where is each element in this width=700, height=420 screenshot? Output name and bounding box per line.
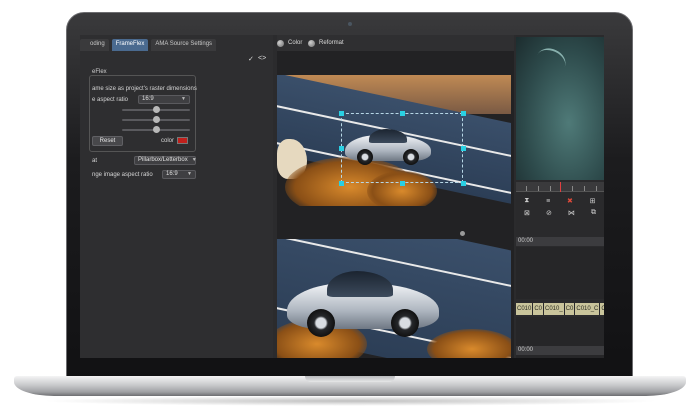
timeline-clip[interactable]: C010_C: [575, 303, 600, 315]
resize-handle[interactable]: [339, 111, 344, 116]
result-frame-image: [277, 239, 511, 358]
timeline-clip[interactable]: C010: [516, 303, 533, 315]
reformat-radio[interactable]: [308, 40, 315, 47]
copy-icon[interactable]: ⧉: [591, 209, 596, 217]
size-slider[interactable]: [122, 126, 190, 133]
playhead[interactable]: [560, 182, 561, 192]
chevron-down-icon: ▼: [181, 96, 186, 102]
timecode-bar-bottom: 00:00: [516, 346, 604, 355]
lift-icon[interactable]: ⊠: [524, 209, 530, 217]
tab-frameflex[interactable]: FrameFlex: [111, 39, 149, 51]
grid-icon[interactable]: ⊞: [590, 197, 596, 205]
ruler-tick: [538, 186, 539, 191]
timeline-track-area: [516, 247, 604, 299]
slider-knob[interactable]: [153, 106, 160, 113]
format-value: Pillarbox/Letterbox: [138, 157, 188, 163]
frame-viewer: Color Reformat: [277, 35, 514, 358]
edit-tools-row: ⧗ ≡ ✖ ⊞: [516, 195, 604, 207]
group-title: eFlex: [92, 69, 107, 75]
clear-marks-icon[interactable]: ✖: [567, 197, 573, 205]
format-label: at: [92, 158, 98, 164]
resize-handle[interactable]: [400, 181, 405, 186]
aspect-ratio-select[interactable]: 16:9 ▼: [138, 95, 190, 104]
splice-icon[interactable]: ⋈: [568, 209, 575, 217]
laptop-notch: [305, 376, 395, 382]
frameflex-settings-panel: oding FrameFlex AMA Source Settings ✓ <>…: [80, 35, 273, 358]
timeline-clip[interactable]: C010_: [544, 303, 564, 315]
color-mode-label[interactable]: Color: [288, 40, 302, 46]
timeline-clip[interactable]: C0: [564, 303, 575, 315]
no-entry-icon[interactable]: ⊘: [546, 209, 552, 217]
ruler-tick: [584, 186, 585, 191]
aspect-ratio-value: 16:9: [142, 96, 154, 102]
chevron-down-icon: ▼: [187, 171, 192, 177]
resize-handle[interactable]: [400, 111, 405, 116]
ruler-tick: [596, 186, 597, 191]
resize-handle[interactable]: [339, 146, 344, 151]
ruler-tick: [550, 186, 551, 191]
settings-tabs: oding FrameFlex AMA Source Settings: [80, 39, 217, 51]
split-handle[interactable]: [460, 231, 465, 236]
car: [287, 265, 439, 339]
image-aspect-value: 16:9: [166, 171, 178, 177]
position-x-slider[interactable]: [122, 106, 190, 113]
reformat-mode-label[interactable]: Reformat: [319, 40, 344, 46]
resize-handle[interactable]: [461, 181, 466, 186]
nav-arrows-icon[interactable]: <>: [258, 55, 266, 62]
viewer-toolbar: Color Reformat: [277, 35, 514, 51]
clip-track: C010 C0 C010_ C0 C010_C C0: [516, 303, 604, 315]
source-frame-image[interactable]: [277, 75, 511, 206]
mark-in-icon[interactable]: ⧗: [524, 197, 529, 205]
timecode-bar: 00:00: [516, 237, 604, 246]
aspect-ratio-label: e aspect ratio: [92, 97, 129, 103]
car-wheel: [391, 309, 419, 337]
apply-check-icon[interactable]: ✓: [248, 55, 254, 63]
car-wheel: [307, 309, 335, 337]
tab-encoding[interactable]: oding: [80, 39, 109, 51]
timeline-panel: ⧗ ≡ ✖ ⊞ ⊠ ⊘ ⋈ ⧉ 00:00 C010 C0 C010_ C0 C…: [516, 35, 604, 358]
reset-button[interactable]: Reset: [92, 136, 123, 146]
slider-knob[interactable]: [153, 126, 160, 133]
timeline-clip[interactable]: C0: [533, 303, 544, 315]
color-swatch[interactable]: [177, 137, 188, 144]
camera-icon: [348, 22, 352, 26]
car-window: [327, 271, 393, 297]
color-label: color: [161, 138, 175, 144]
chevron-down-icon: ▼: [191, 157, 197, 163]
lines-icon[interactable]: ≡: [546, 198, 550, 205]
format-select[interactable]: Pillarbox/Letterbox ▼: [134, 156, 197, 165]
resize-handle[interactable]: [339, 181, 344, 186]
laptop-shadow: [40, 396, 660, 406]
image-aspect-label: nge image aspect ratio: [92, 172, 153, 178]
ruler-tick: [526, 186, 527, 191]
tab-ama-source-settings[interactable]: AMA Source Settings: [151, 39, 217, 51]
frameflex-selection-box[interactable]: [341, 113, 463, 183]
image-aspect-select[interactable]: 16:9 ▼: [162, 170, 196, 179]
app-screen: oding FrameFlex AMA Source Settings ✓ <>…: [80, 35, 604, 358]
resize-handle[interactable]: [461, 111, 466, 116]
resize-handle[interactable]: [461, 146, 466, 151]
position-y-slider[interactable]: [122, 116, 190, 123]
clip-monitor: [516, 37, 604, 180]
slider-knob[interactable]: [153, 116, 160, 123]
ruler-tick: [572, 186, 573, 191]
timeline-clip[interactable]: C0: [600, 303, 604, 315]
color-radio[interactable]: [277, 40, 284, 47]
raster-option-label[interactable]: ame size as project's raster dimensions: [92, 86, 197, 92]
edit-tools-row-2: ⊠ ⊘ ⋈ ⧉: [516, 207, 604, 219]
car-hood-reflection: [532, 43, 570, 79]
